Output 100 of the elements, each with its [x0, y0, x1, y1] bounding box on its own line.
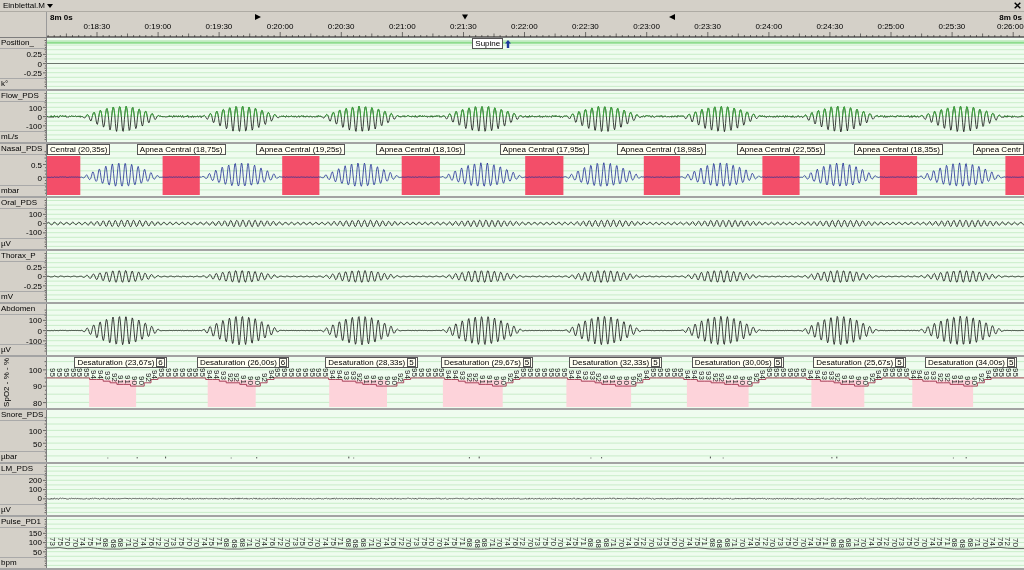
- value-label: 95: [314, 368, 322, 377]
- value-label: 68: [837, 538, 844, 548]
- time-tick-label: 0:20:00: [266, 22, 294, 31]
- drop-value: 5: [895, 358, 904, 368]
- value-label: 72: [1003, 537, 1011, 547]
- value-label: 71: [700, 537, 708, 547]
- value-label: 93: [704, 371, 711, 381]
- value-label: 68: [109, 538, 116, 548]
- axis-tick-label: -0.25: [23, 68, 42, 78]
- value-label: 68: [101, 538, 109, 548]
- channel-name: Pulse_PD1: [0, 516, 46, 528]
- value-label: 92: [868, 373, 875, 382]
- value-label: 94: [150, 369, 158, 379]
- value-label: 90: [970, 376, 977, 386]
- value-label: 90: [854, 376, 861, 386]
- channel-unit: µbar: [0, 450, 46, 462]
- position-label: Supine: [472, 38, 504, 49]
- close-button[interactable]: [1014, 2, 1021, 9]
- time-tick-label: 0:18:30: [83, 22, 111, 31]
- value-label: 71: [579, 537, 586, 547]
- value-label: 92: [717, 373, 725, 382]
- value-label: 94: [574, 369, 581, 379]
- value-label: 95: [437, 368, 445, 377]
- channel-name: Snore_PDS: [0, 410, 46, 422]
- axis-tick-label: 0.25: [26, 49, 42, 59]
- value-label: 95: [540, 368, 547, 377]
- axis-tick-label: 0.25: [26, 262, 42, 272]
- value-label: 70: [253, 537, 260, 547]
- value-label: 90: [615, 376, 622, 386]
- time-tick-label: 0:21:30: [450, 22, 477, 31]
- value-label: 95: [799, 368, 807, 377]
- value-label: 75: [541, 537, 548, 547]
- axis-tick-label: 0: [37, 112, 42, 122]
- value-label: 74: [200, 537, 207, 547]
- axis-tick-label: 0: [37, 326, 42, 336]
- value-label: 95: [164, 368, 172, 377]
- value-label: 93: [103, 371, 110, 381]
- axis-tick-label: -100: [26, 121, 42, 131]
- value-label: 76: [632, 537, 639, 547]
- value-label: 95: [301, 368, 308, 377]
- value-label: 95: [779, 368, 786, 377]
- value-label: 75: [693, 537, 700, 547]
- value-label: 68: [230, 538, 237, 548]
- value-label: 92: [943, 373, 950, 382]
- channel-unit: mL/s: [0, 131, 46, 143]
- value-label: 94: [806, 369, 814, 379]
- value-label: 95: [48, 368, 55, 377]
- value-label: 75: [207, 537, 215, 547]
- value-label: 71: [458, 537, 465, 547]
- axis-tick-label: 0: [37, 271, 42, 281]
- desaturation-label: Desaturation (25,67s): [816, 358, 894, 368]
- axis-tick-label: 80: [33, 398, 42, 408]
- value-label: 90: [622, 376, 629, 386]
- value-label: 71: [94, 537, 101, 547]
- axis-tick-label: 0: [37, 59, 42, 69]
- value-label: 68: [344, 538, 351, 548]
- value-label: 91: [731, 374, 738, 384]
- value-label: 95: [560, 368, 568, 377]
- time-tick-label: 0:19:00: [144, 22, 172, 31]
- value-label: 95: [881, 368, 889, 377]
- value-label: 90: [137, 376, 144, 386]
- value-label: 90: [246, 376, 254, 386]
- value-label: 90: [492, 376, 499, 386]
- axis-tick-label: -100: [26, 336, 42, 346]
- value-label: 95: [55, 368, 62, 377]
- value-label: 73: [291, 537, 298, 547]
- value-label: 95: [772, 368, 779, 377]
- axis-tick-label: 100: [28, 209, 42, 219]
- value-label: 73: [169, 537, 177, 547]
- value-label: 73: [776, 537, 783, 547]
- left-triangle-icon[interactable]: [669, 14, 676, 20]
- value-label: 70: [670, 537, 677, 547]
- value-label: 95: [294, 368, 301, 377]
- channel-unit: µV: [0, 237, 46, 249]
- value-label: 94: [874, 369, 882, 379]
- up-arrow-icon: [505, 39, 512, 48]
- channel-unit: mV: [0, 291, 46, 302]
- value-label: 91: [601, 374, 609, 384]
- value-label: 95: [287, 368, 294, 377]
- time-tick-label: 0:25:00: [877, 22, 905, 31]
- value-label: 76: [511, 537, 518, 547]
- value-label: 68: [222, 538, 230, 548]
- right-triangle-icon[interactable]: [254, 14, 261, 20]
- value-label: 91: [840, 374, 848, 384]
- axis-tick-label: 50: [33, 439, 42, 449]
- down-triangle-icon[interactable]: [461, 14, 468, 20]
- desaturation-label: Desaturation (28,33s): [328, 358, 406, 368]
- axis-tick-label: 100: [28, 103, 42, 113]
- value-label: 70: [185, 537, 192, 547]
- montage-dropdown[interactable]: Einblettal.M: [3, 0, 53, 11]
- value-label: 70: [738, 537, 745, 547]
- apnea-region: [47, 156, 81, 196]
- value-label: 71: [245, 538, 253, 548]
- value-label: 94: [984, 369, 991, 379]
- value-label: 91: [362, 374, 370, 384]
- value-label: 95: [417, 368, 424, 377]
- value-label: 70: [404, 537, 412, 547]
- value-label: 94: [690, 369, 697, 379]
- axis-tick-label: 100: [28, 537, 42, 547]
- value-label: 73: [48, 537, 55, 547]
